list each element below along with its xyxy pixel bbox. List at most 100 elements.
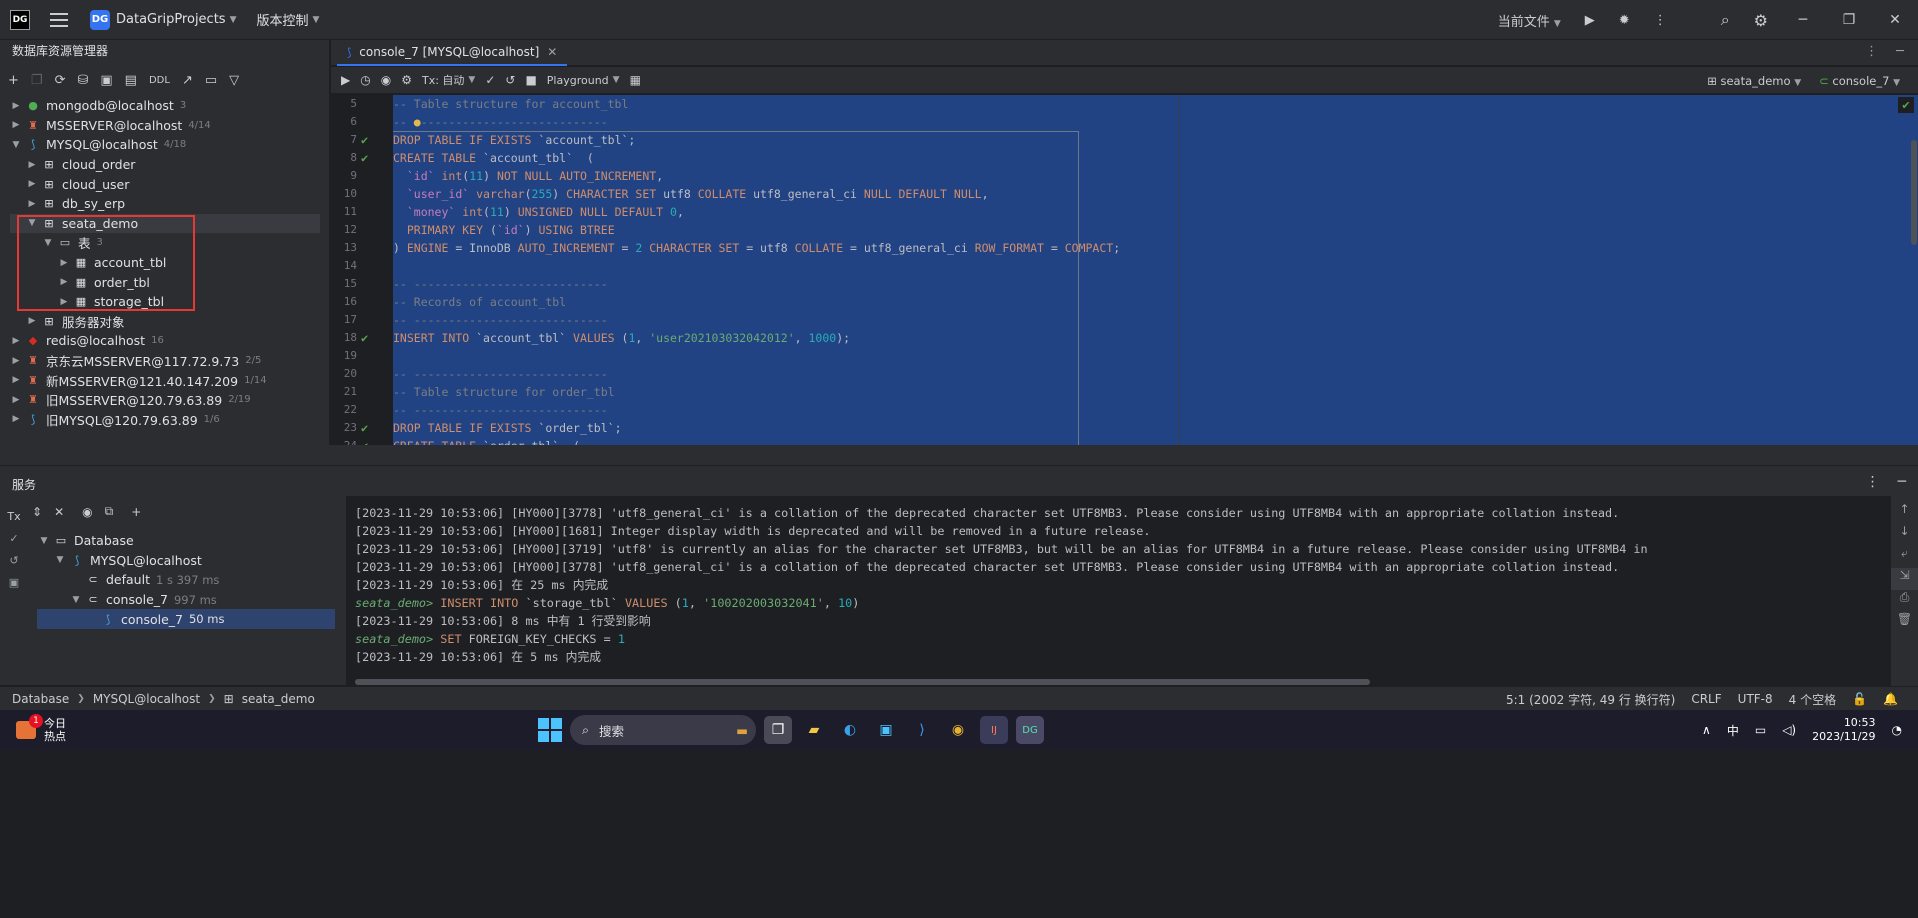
chevron-right-icon[interactable]: ▶ bbox=[10, 414, 22, 424]
panel-divider[interactable] bbox=[0, 445, 1918, 465]
scroll-to-end-icon[interactable]: ⇲ bbox=[1891, 568, 1918, 590]
ddl-button[interactable]: DDL bbox=[149, 75, 170, 86]
view-options-icon[interactable]: ◉ bbox=[82, 505, 92, 519]
minimize-icon[interactable]: ─ bbox=[1780, 12, 1826, 28]
print-icon[interactable]: ⎙ bbox=[1891, 590, 1918, 612]
indent-setting[interactable]: 4 个空格 bbox=[1789, 691, 1836, 708]
more-icon[interactable]: ⋮ bbox=[1866, 474, 1880, 490]
chevron-down-icon[interactable]: ▼ bbox=[38, 536, 50, 546]
copy-icon[interactable]: ❐ bbox=[31, 73, 43, 88]
refresh-icon[interactable]: ⟳ bbox=[55, 73, 66, 88]
intellij-icon[interactable]: IJ bbox=[980, 716, 1008, 744]
chevron-right-icon[interactable]: ▶ bbox=[10, 395, 22, 405]
chevron-right-icon[interactable]: ▶ bbox=[26, 179, 38, 189]
task-view-icon[interactable]: ❐ bbox=[764, 716, 792, 744]
output-console[interactable]: [2023-11-29 10:53:06] [HY000][3778] 'utf… bbox=[346, 496, 1891, 686]
restore-icon[interactable]: ❐ bbox=[1826, 12, 1872, 28]
chevron-right-icon[interactable]: ▶ bbox=[26, 316, 38, 326]
tree-item-new-msserver[interactable]: ▶ ♜ 新MSSERVER@121.40.147.209 1/14 bbox=[0, 370, 330, 390]
inspection-ok-icon[interactable]: ✔ bbox=[1898, 97, 1914, 113]
settings-gear-icon[interactable]: ⚙ bbox=[1742, 11, 1780, 30]
chevron-right-icon[interactable]: ▶ bbox=[10, 375, 22, 385]
tree-item-redis[interactable]: ▶ ◆ redis@localhost 16 bbox=[0, 331, 330, 351]
clear-icon[interactable]: 🗑 bbox=[1891, 612, 1918, 634]
tree-item-cloud-order[interactable]: ▶ ⊞ cloud_order bbox=[0, 155, 330, 175]
line-separator[interactable]: CRLF bbox=[1691, 692, 1721, 706]
store-icon[interactable]: ▣ bbox=[872, 716, 900, 744]
console-horizontal-scrollbar[interactable] bbox=[355, 679, 1370, 685]
tree-item-mongodb[interactable]: ▶ ● mongodb@localhost 3 bbox=[0, 96, 330, 116]
chevron-right-icon[interactable]: ▶ bbox=[10, 101, 22, 111]
sql-editor[interactable]: 5 6 7 ✔ 8 ✔ 9 10 11 12 13 14 15 16 17 18 ✔ … bbox=[331, 95, 1918, 445]
session-selector[interactable]: ⊂ console_7 ▼ bbox=[1819, 74, 1900, 88]
stop-icon[interactable]: ▣ bbox=[100, 73, 112, 88]
console-icon[interactable]: ▭ bbox=[205, 73, 217, 88]
tree-item-server-objects[interactable]: ▶ ⊞ 服务器对象 bbox=[0, 312, 330, 332]
playground-selector[interactable]: Playground ▼ bbox=[547, 74, 620, 87]
breadcrumb-item[interactable]: MYSQL@localhost bbox=[93, 692, 200, 706]
debug-icon[interactable]: ✹ bbox=[1607, 13, 1642, 28]
transaction-mode-selector[interactable]: Tx: 自动 ▼ bbox=[422, 72, 475, 88]
commit-icon[interactable]: ✓ bbox=[485, 73, 495, 87]
open-in-new-icon[interactable]: ⧉ bbox=[105, 504, 114, 519]
chevron-down-icon[interactable]: ▼ bbox=[54, 555, 66, 565]
schema-selector[interactable]: ⊞ seata_demo ▼ bbox=[1707, 74, 1801, 88]
close-icon[interactable]: ✕ bbox=[1872, 12, 1918, 28]
volume-icon[interactable]: ◁) bbox=[1782, 723, 1796, 737]
breadcrumb-item[interactable]: seata_demo bbox=[242, 692, 315, 706]
datagrip-icon[interactable]: DG bbox=[1016, 716, 1044, 744]
rollback-icon[interactable]: ↺ bbox=[0, 554, 28, 576]
svc-item-mysql[interactable]: ▼ ⟆ MYSQL@localhost bbox=[28, 551, 338, 571]
minimize-panel-icon[interactable]: ─ bbox=[1898, 474, 1906, 490]
tx-icon[interactable]: Tx bbox=[0, 510, 28, 532]
history-icon[interactable]: ◷ bbox=[360, 73, 370, 87]
explain-plan-icon[interactable]: ◉ bbox=[381, 73, 391, 87]
db-properties-icon[interactable]: ⛁ bbox=[77, 73, 88, 88]
table-editor-icon[interactable]: ▤ bbox=[125, 73, 137, 88]
tree-item-mysql[interactable]: ▼ ⟆ MYSQL@localhost 4/18 bbox=[0, 135, 330, 155]
more-icon[interactable]: ⋮ bbox=[1865, 44, 1878, 59]
rollback-icon[interactable]: ↺ bbox=[505, 73, 515, 87]
soft-wrap-icon[interactable]: ⤶ bbox=[1891, 546, 1918, 568]
more-icon[interactable]: ⋮ bbox=[1642, 13, 1679, 28]
network-icon[interactable]: ▭ bbox=[1755, 723, 1766, 737]
tree-item-old-mysql[interactable]: ▶ ⟆ 旧MYSQL@120.79.63.89 1/6 bbox=[0, 410, 330, 430]
widgets-button[interactable]: 1 今日 热点 bbox=[16, 714, 66, 743]
expand-all-icon[interactable]: ⇕ bbox=[32, 505, 42, 519]
filter-icon[interactable]: ▽ bbox=[229, 73, 239, 88]
windows-start-icon[interactable] bbox=[538, 718, 562, 742]
svc-item-console-session[interactable]: ▼ ⊂ console_7 997 ms bbox=[28, 590, 338, 610]
chevron-right-icon[interactable]: ▶ bbox=[10, 120, 22, 130]
tree-item-cloud-user[interactable]: ▶ ⊞ cloud_user bbox=[0, 174, 330, 194]
scroll-up-icon[interactable]: ↑ bbox=[1891, 502, 1918, 524]
chevron-down-icon[interactable]: ▼ bbox=[10, 140, 22, 150]
settings-gear-icon[interactable]: ⚙ bbox=[401, 73, 412, 87]
caret-position[interactable]: 5:1 (2002 字符, 49 行 换行符) bbox=[1506, 691, 1675, 708]
tree-item-db-sy-erp[interactable]: ▶ ⊞ db_sy_erp bbox=[0, 194, 330, 214]
chevron-right-icon[interactable]: ▶ bbox=[10, 356, 22, 366]
search-icon[interactable]: ⌕ bbox=[1709, 10, 1742, 30]
chevron-right-icon[interactable]: ▶ bbox=[26, 199, 38, 209]
project-selector[interactable]: DataGripProjects ▼ bbox=[116, 12, 237, 27]
svc-item-database[interactable]: ▼ ▭ Database bbox=[28, 531, 338, 551]
clock[interactable]: 10:53 2023/11/29 bbox=[1812, 716, 1875, 744]
file-explorer-icon[interactable]: ▰ bbox=[800, 716, 828, 744]
minimize-panel-icon[interactable]: ─ bbox=[1896, 44, 1904, 59]
layout-icon[interactable]: ▣ bbox=[0, 576, 28, 598]
grid-view-icon[interactable]: ▦ bbox=[630, 73, 641, 87]
chevron-right-icon[interactable]: ▶ bbox=[26, 160, 38, 170]
chrome-icon[interactable]: ◉ bbox=[944, 716, 972, 744]
svc-item-console[interactable]: ⟆ console_7 50 ms bbox=[37, 609, 335, 629]
tab-console-7[interactable]: ⟆ console_7 [MYSQL@localhost] ✕ bbox=[337, 40, 568, 66]
add-icon[interactable]: + bbox=[8, 73, 19, 88]
chevron-down-icon[interactable]: ▼ bbox=[70, 595, 82, 605]
file-encoding[interactable]: UTF-8 bbox=[1738, 692, 1773, 706]
close-tab-icon[interactable]: ✕ bbox=[547, 45, 557, 59]
notification-center-icon[interactable]: ◔ bbox=[1892, 723, 1902, 737]
main-menu-icon[interactable] bbox=[50, 12, 68, 27]
code-area[interactable]: -- Table structure for account_tbl -- ●-… bbox=[393, 95, 1918, 445]
tree-item-msserver[interactable]: ▶ ♜ MSSERVER@localhost 4/14 bbox=[0, 116, 330, 136]
lightbulb-icon[interactable]: ● bbox=[414, 115, 421, 129]
run-config-selector[interactable]: 当前文件 ▼ bbox=[1486, 11, 1573, 30]
scroll-down-icon[interactable]: ↓ bbox=[1891, 524, 1918, 546]
